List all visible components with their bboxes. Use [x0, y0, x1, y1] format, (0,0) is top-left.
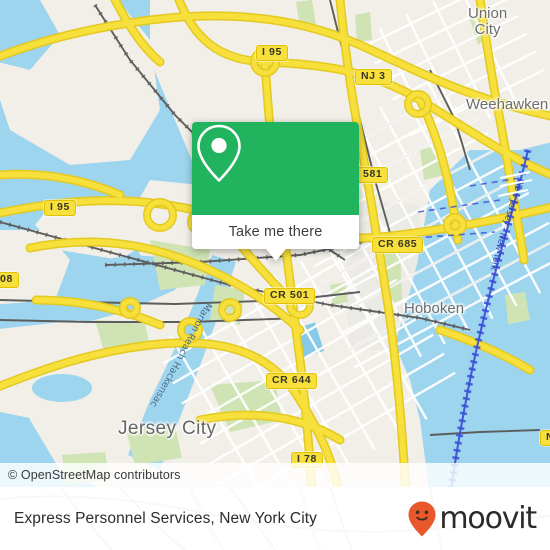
- shield-edge-right[interactable]: N: [540, 430, 550, 446]
- moovit-logo[interactable]: moovit: [407, 500, 537, 538]
- shield-cr644[interactable]: CR 644: [266, 373, 318, 389]
- take-me-there-button[interactable]: Take me there: [192, 215, 359, 249]
- shield-i95-left[interactable]: I 95: [44, 200, 76, 216]
- footer-bar: Express Personnel Services, New York Cit…: [0, 487, 550, 550]
- shield-cr685[interactable]: CR 685: [372, 237, 424, 253]
- place-label-jersey-city: Jersey City: [118, 418, 217, 439]
- page-title: Express Personnel Services, New York Cit…: [14, 509, 318, 527]
- location-popup[interactable]: Take me there: [192, 122, 359, 261]
- popup-header: [192, 122, 359, 215]
- place-label-hoboken: Hoboken: [404, 300, 465, 317]
- shield-i208[interactable]: 08: [0, 272, 19, 288]
- popup-shadow-wrapper: Take me there: [192, 122, 359, 261]
- shield-cr581[interactable]: 581: [357, 167, 389, 183]
- shield-i95-top[interactable]: I 95: [256, 45, 288, 61]
- attribution-text: © OpenStreetMap contributors: [8, 468, 181, 482]
- screenshot-root: New Jersey - New York Marion Reach Hacke…: [0, 0, 550, 550]
- place-label-weehawken: Weehawken: [466, 96, 549, 113]
- shield-nj3[interactable]: NJ 3: [355, 69, 392, 85]
- take-me-there-label: Take me there: [228, 224, 323, 240]
- moovit-smiley-pin-icon: [408, 501, 436, 536]
- place-label-line2: City: [474, 21, 501, 38]
- place-label-union-city: Union City: [468, 6, 507, 38]
- map-canvas[interactable]: New Jersey - New York Marion Reach Hacke…: [0, 0, 550, 487]
- popup-tail: [265, 249, 286, 261]
- place-label-line1: Union: [468, 5, 508, 22]
- moovit-wordmark: moovit: [439, 500, 537, 536]
- popup-card: Take me there: [192, 122, 359, 249]
- footer-inner: Express Personnel Services, New York Cit…: [0, 487, 550, 550]
- shield-cr501[interactable]: CR 501: [264, 288, 316, 304]
- map-pin-icon: [197, 124, 241, 182]
- map-attribution: © OpenStreetMap contributors: [0, 463, 550, 487]
